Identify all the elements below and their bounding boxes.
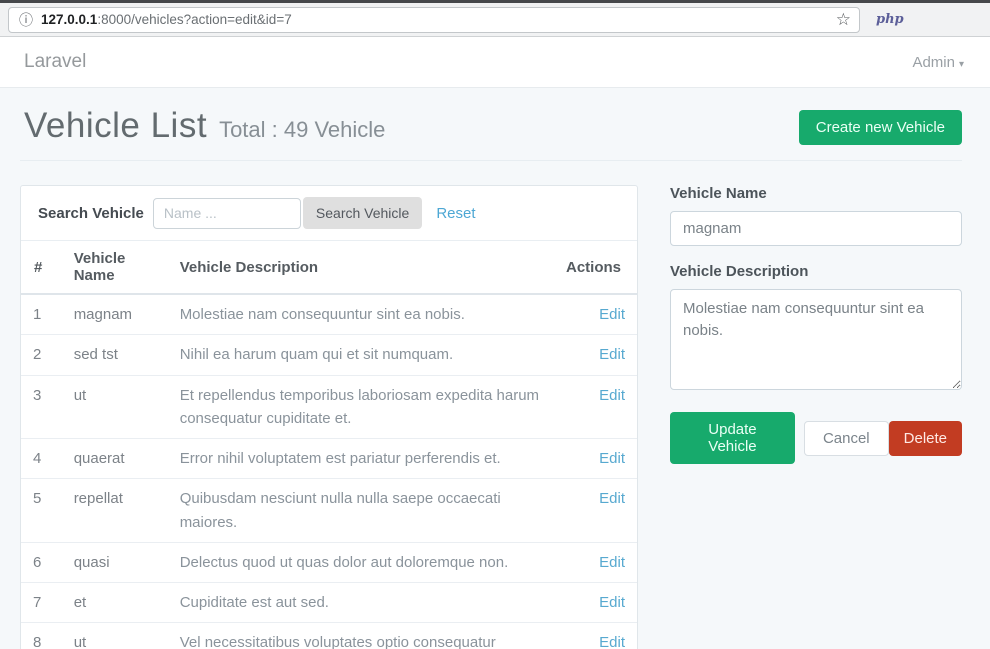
search-label: Search Vehicle [38, 205, 144, 222]
app-navbar: Laravel Admin ▾ [0, 37, 990, 88]
reset-link[interactable]: Reset [436, 205, 475, 222]
edit-link[interactable]: Edit [599, 490, 625, 507]
user-dropdown-label: Admin [912, 54, 955, 71]
row-vehicle-name: quaerat [62, 439, 168, 479]
browser-toolbar: ⓘ 127.0.0.1:8000/vehicles?action=edit&id… [0, 0, 990, 37]
row-vehicle-name: sed tst [62, 335, 168, 375]
page-title: Vehicle List [24, 106, 207, 146]
search-input[interactable] [153, 198, 301, 229]
delete-button[interactable]: Delete [889, 421, 962, 456]
form-buttons: Update Vehicle Cancel Delete [670, 412, 962, 464]
content: Search Vehicle Search Vehicle Reset # Ve… [20, 185, 962, 649]
edit-link[interactable]: Edit [599, 594, 625, 611]
chevron-down-icon: ▾ [959, 59, 964, 70]
row-vehicle-description: Quibusdam nesciunt nulla nulla saepe occ… [168, 479, 554, 543]
row-vehicle-name: ut [62, 375, 168, 439]
vehicle-name-label: Vehicle Name [670, 185, 962, 202]
bookmark-star-icon[interactable]: ☆ [836, 11, 851, 28]
vehicle-description-label: Vehicle Description [670, 263, 962, 280]
table-row: 7 et Cupiditate est aut sed. Edit [21, 583, 637, 623]
vehicle-name-input[interactable] [670, 211, 962, 246]
search-button[interactable]: Search Vehicle [303, 197, 422, 229]
row-number: 7 [21, 583, 62, 623]
url-path: :8000/vehicles?action=edit&id=7 [97, 12, 291, 27]
header-name: Vehicle Name [62, 241, 168, 294]
site-info-icon[interactable]: ⓘ [19, 13, 33, 27]
search-row: Search Vehicle Search Vehicle Reset [21, 186, 637, 241]
row-vehicle-description: Delectus quod ut quas dolor aut doloremq… [168, 542, 554, 582]
bookmark-php[interactable]: php [876, 12, 904, 27]
table-row: 3 ut Et repellendus temporibus laboriosa… [21, 375, 637, 439]
edit-link[interactable]: Edit [599, 346, 625, 363]
edit-vehicle-form: Vehicle Name Vehicle Description Molesti… [670, 185, 962, 649]
header-actions: Actions [554, 241, 637, 294]
page-header: Vehicle List Total : 49 Vehicle Create n… [20, 106, 962, 146]
row-vehicle-name: ut [62, 623, 168, 649]
table-row: 1 magnam Molestiae nam consequuntur sint… [21, 294, 637, 335]
user-dropdown[interactable]: Admin ▾ [912, 54, 964, 71]
vehicle-table-body: 1 magnam Molestiae nam consequuntur sint… [21, 294, 637, 649]
row-number: 1 [21, 294, 62, 335]
row-vehicle-description: Vel necessitatibus voluptates optio cons… [168, 623, 554, 649]
row-vehicle-description: Cupiditate est aut sed. [168, 583, 554, 623]
cancel-button[interactable]: Cancel [804, 421, 889, 456]
row-vehicle-description: Et repellendus temporibus laboriosam exp… [168, 375, 554, 439]
vehicle-description-textarea[interactable]: Molestiae nam consequuntur sint ea nobis… [670, 289, 962, 390]
create-vehicle-button[interactable]: Create new Vehicle [799, 110, 962, 145]
row-number: 4 [21, 439, 62, 479]
edit-link[interactable]: Edit [599, 387, 625, 404]
row-vehicle-name: repellat [62, 479, 168, 543]
table-row: 4 quaerat Error nihil voluptatem est par… [21, 439, 637, 479]
row-vehicle-description: Error nihil voluptatem est pariatur perf… [168, 439, 554, 479]
address-bar[interactable]: ⓘ 127.0.0.1:8000/vehicles?action=edit&id… [8, 7, 860, 33]
row-vehicle-name: magnam [62, 294, 168, 335]
table-row: 8 ut Vel necessitatibus voluptates optio… [21, 623, 637, 649]
row-number: 5 [21, 479, 62, 543]
table-row: 5 repellat Quibusdam nesciunt nulla null… [21, 479, 637, 543]
row-vehicle-name: quasi [62, 542, 168, 582]
header-divider [20, 160, 962, 161]
row-number: 8 [21, 623, 62, 649]
screen: ⓘ 127.0.0.1:8000/vehicles?action=edit&id… [0, 0, 990, 649]
table-row: 2 sed tst Nihil ea harum quam qui et sit… [21, 335, 637, 375]
table-row: 6 quasi Delectus quod ut quas dolor aut … [21, 542, 637, 582]
edit-link[interactable]: Edit [599, 554, 625, 571]
row-number: 6 [21, 542, 62, 582]
brand-link[interactable]: Laravel [24, 51, 86, 73]
row-number: 2 [21, 335, 62, 375]
edit-link[interactable]: Edit [599, 634, 625, 649]
row-vehicle-description: Molestiae nam consequuntur sint ea nobis… [168, 294, 554, 335]
page-body: Vehicle List Total : 49 Vehicle Create n… [0, 88, 990, 649]
row-vehicle-description: Nihil ea harum quam qui et sit numquam. [168, 335, 554, 375]
header-description: Vehicle Description [168, 241, 554, 294]
header-num: # [21, 241, 62, 294]
edit-link[interactable]: Edit [599, 306, 625, 323]
edit-link[interactable]: Edit [599, 450, 625, 467]
page-subtitle: Total : 49 Vehicle [219, 117, 385, 143]
vehicle-list-card: Search Vehicle Search Vehicle Reset # Ve… [20, 185, 638, 649]
update-vehicle-button[interactable]: Update Vehicle [670, 412, 795, 464]
row-number: 3 [21, 375, 62, 439]
url-host: 127.0.0.1 [41, 12, 97, 27]
row-vehicle-name: et [62, 583, 168, 623]
vehicle-table: # Vehicle Name Vehicle Description Actio… [21, 241, 637, 649]
title-wrap: Vehicle List Total : 49 Vehicle [20, 106, 385, 146]
vehicle-table-head: # Vehicle Name Vehicle Description Actio… [21, 241, 637, 294]
